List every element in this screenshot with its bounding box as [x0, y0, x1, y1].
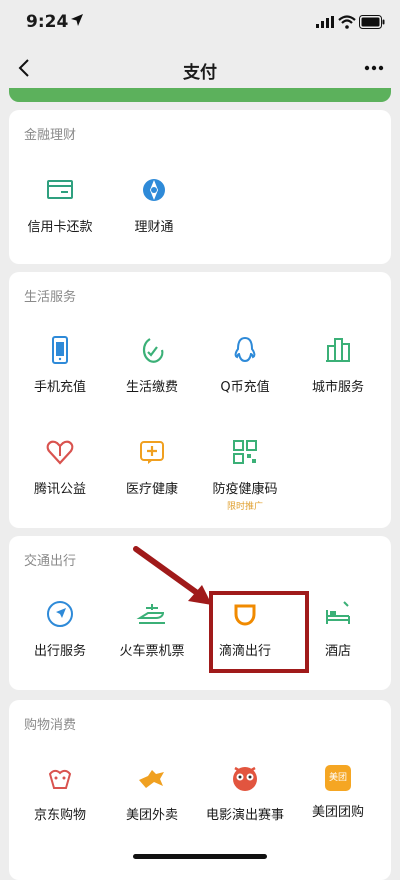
charity-label: 腾讯公益: [33, 482, 86, 497]
section-shopping: 购物消费 京东购物 美团外卖 电影演出赛事 美团 美团团购: [9, 700, 391, 880]
medical-health-button[interactable]: 医疗健康: [107, 436, 197, 497]
travel-service-button[interactable]: 出行服务: [15, 598, 105, 659]
section-finance: 金融理财 信用卡还款 理财通: [9, 110, 391, 264]
movie-show-label: 电影演出赛事: [205, 808, 284, 823]
nav-bar: 支付: [0, 46, 400, 90]
annotation-arrow: [133, 546, 212, 605]
section-title: 购物消费: [24, 718, 77, 733]
battery-icon: [359, 15, 385, 29]
section-title: 金融理财: [24, 128, 77, 143]
wealth-icon: [143, 179, 165, 201]
meituan-waimai-icon: [139, 770, 164, 788]
phone-topup-label: 手机充值: [33, 380, 86, 395]
phone-topup-icon: [52, 336, 68, 364]
licaitong-label: 理财通: [134, 220, 174, 235]
signal-icon: [316, 16, 334, 28]
section-title: 交通出行: [24, 554, 77, 569]
city-service-button[interactable]: 城市服务: [293, 334, 383, 395]
jd-icon: [48, 769, 72, 789]
wallet-banner-edge: [9, 88, 391, 102]
section-title: 生活服务: [24, 290, 77, 305]
credit-card-repay-label: 信用卡还款: [27, 220, 93, 235]
medical-icon: [140, 441, 164, 464]
status-bar: 9:24: [0, 0, 400, 46]
licaitong-button[interactable]: 理财通: [109, 174, 199, 235]
location-arrow-icon: [71, 14, 83, 26]
medical-health-label: 医疗健康: [125, 482, 178, 497]
page-title: 支付: [183, 63, 217, 83]
annotation-highlight-box: [209, 591, 309, 673]
movie-icon: [233, 766, 257, 791]
health-code-button[interactable]: 防疫健康码 限时推广: [200, 436, 290, 512]
meituan-tuangou-label: 美团团购: [311, 805, 364, 820]
meituan-tuangou-button[interactable]: 美团 美团团购: [293, 762, 383, 820]
charity-button[interactable]: 腾讯公益: [15, 436, 105, 497]
utility-payment-button[interactable]: 生活缴费: [107, 334, 197, 395]
qq-coin-button[interactable]: Q币充值: [200, 334, 290, 395]
status-time: 9:24: [26, 12, 69, 32]
health-code-label: 防疫健康码: [212, 482, 278, 497]
utility-payment-label: 生活缴费: [125, 380, 178, 395]
city-service-label: 城市服务: [311, 380, 364, 395]
promo-tag: 限时推广: [226, 502, 263, 512]
hotel-icon: [326, 601, 350, 624]
movie-show-button[interactable]: 电影演出赛事: [200, 762, 290, 823]
city-service-icon: [326, 338, 350, 362]
jd-shopping-label: 京东购物: [33, 808, 86, 823]
charity-icon: [46, 440, 74, 465]
travel-service-label: 出行服务: [33, 644, 86, 659]
qq-coin-icon: [234, 336, 256, 363]
navigation-icon: [47, 601, 73, 627]
utility-icon: [142, 338, 164, 363]
qr-health-code-icon: [233, 440, 257, 464]
credit-card-repay-button[interactable]: 信用卡还款: [15, 174, 105, 235]
home-indicator: [133, 854, 267, 859]
meituan-waimai-label: 美团外卖: [125, 808, 178, 823]
more-icon[interactable]: [362, 56, 386, 80]
wifi-icon: [338, 15, 356, 29]
credit-card-icon: [47, 180, 73, 199]
jd-shopping-button[interactable]: 京东购物: [15, 762, 105, 823]
phone-topup-button[interactable]: 手机充值: [15, 334, 105, 395]
meituan-badge-text: 美团: [328, 773, 347, 783]
train-plane-label: 火车票机票: [119, 644, 185, 659]
qq-coin-label: Q币充值: [220, 380, 270, 395]
meituan-tuangou-icon: 美团: [325, 765, 351, 791]
meituan-waimai-button[interactable]: 美团外卖: [107, 762, 197, 823]
section-life-services: 生活服务 手机充值 生活缴费 Q币充值 城市服务 腾讯公益 医疗健康 防疫健康码…: [9, 272, 391, 528]
